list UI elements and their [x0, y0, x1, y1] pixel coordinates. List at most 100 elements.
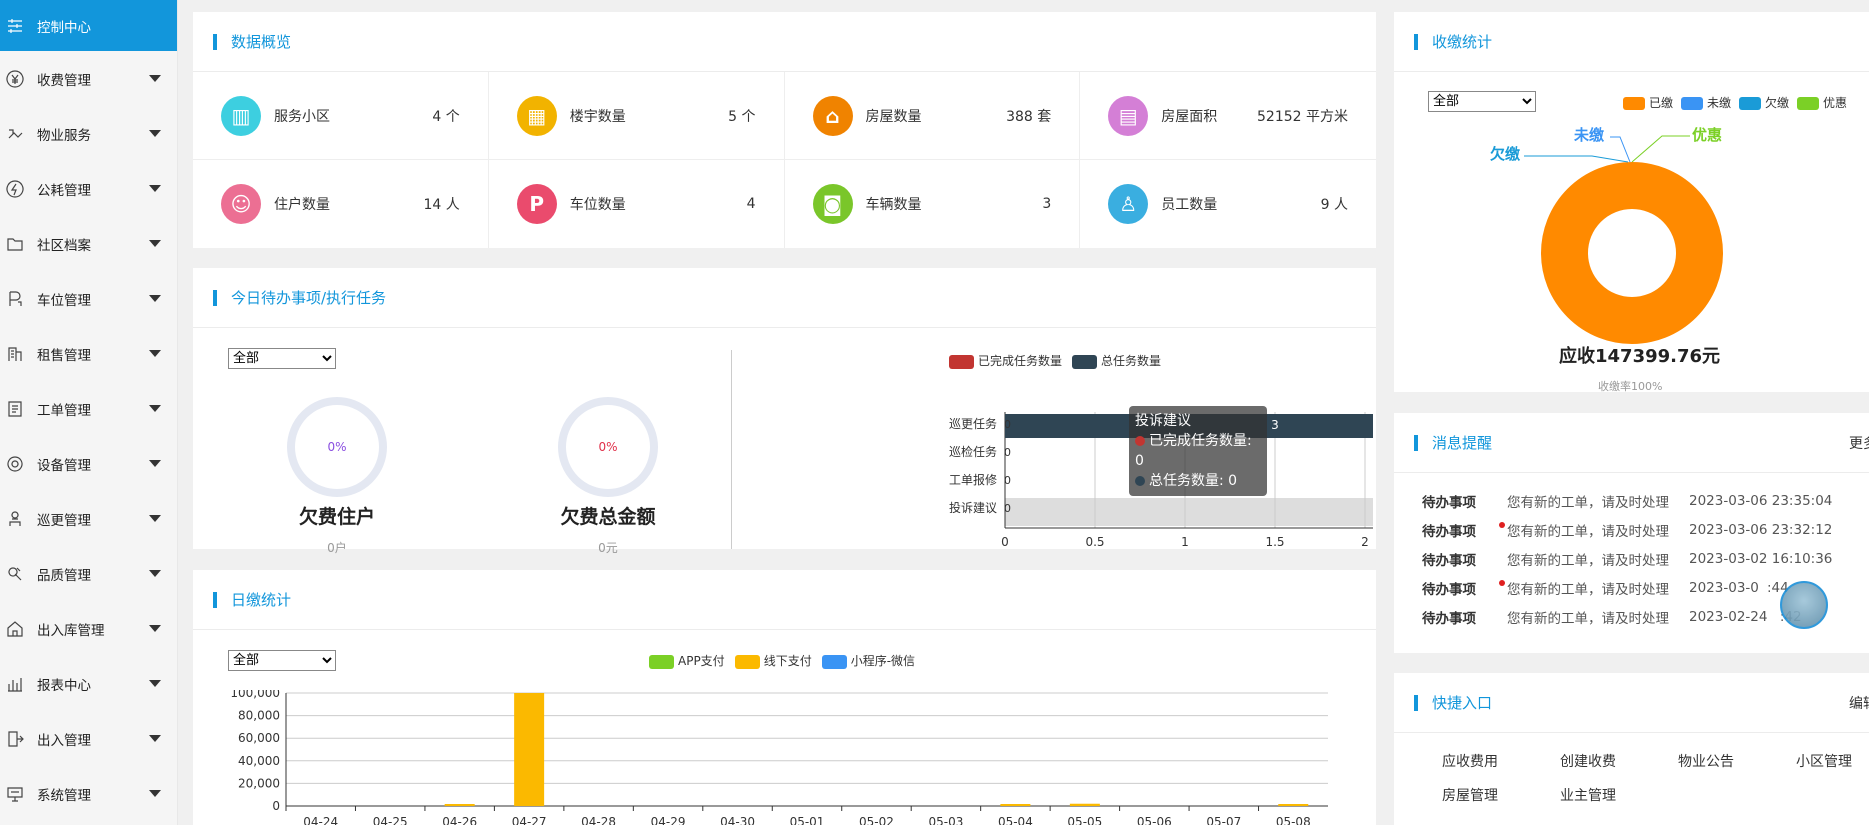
stat-value: 4 个 — [432, 108, 460, 125]
legend-item[interactable]: 小程序-微信 — [821, 652, 915, 669]
x-tick-label: 04-25 — [373, 815, 408, 825]
title-bar — [1414, 434, 1418, 451]
sidebar-item-10[interactable]: 品质管理 — [0, 546, 177, 601]
stat-label: 员工数量 — [1161, 197, 1218, 213]
sidebar-item-9[interactable]: 巡更管理 — [0, 491, 177, 546]
message-item[interactable]: 待办事项 您有新的工单，请及时处理 2023-03-06 23:32:12 — [1422, 515, 1869, 544]
dot-icon — [1135, 436, 1145, 446]
quick-link[interactable]: 业主管理 — [1560, 785, 1678, 805]
chevron-down-icon — [149, 460, 161, 467]
sliders-icon — [4, 15, 26, 37]
hover-highlight — [1005, 498, 1373, 526]
sidebar-item-12[interactable]: 报表中心 — [0, 656, 177, 711]
legend-label: 未缴 — [1707, 96, 1732, 110]
payment-filter-select[interactable]: 全部 — [1428, 91, 1536, 112]
sidebar-item-label: 租售管理 — [37, 347, 91, 364]
bar-data-label: 3 — [1271, 418, 1279, 432]
overview-stat: P 车位数量 4 — [489, 160, 785, 248]
quick-link[interactable]: 应收费用 — [1442, 751, 1560, 771]
quick-link[interactable]: 创建收费 — [1560, 751, 1678, 771]
tooltip-line: 已完成任务数量: 0 — [1135, 433, 1252, 469]
y-tick-label: 100,000 — [230, 690, 280, 700]
tasks-title: 今日待办事项/执行任务 — [231, 289, 387, 307]
message-item[interactable]: 待办事项 您有新的工单，请及时处理 2023-03-06 23:35:04 — [1422, 486, 1869, 515]
legend-item[interactable]: 总任务数量 — [1072, 352, 1161, 369]
edit-link[interactable]: 编辑 — [1849, 693, 1869, 713]
legend-item[interactable]: 线下支付 — [734, 652, 812, 669]
stat-value: 5 个 — [728, 108, 756, 125]
dot-icon — [1135, 476, 1145, 486]
sidebar-item-label: 车位管理 — [37, 292, 91, 309]
building-icon: ▥ — [221, 95, 261, 136]
avatar[interactable] — [1780, 581, 1828, 629]
sidebar-item-11[interactable]: 出入库管理 — [0, 601, 177, 656]
receivable-total: 应收147399.76元 — [1559, 346, 1721, 367]
sidebar-item-label: 品质管理 — [37, 567, 91, 584]
sidebar-item-1[interactable]: 收费管理 — [0, 51, 177, 106]
sidebar-item-label: 设备管理 — [37, 457, 91, 474]
legend-label: 总任务数量 — [1101, 354, 1162, 368]
legend-item[interactable]: 未缴 — [1681, 94, 1731, 111]
payment-title: 收缴统计 — [1432, 33, 1493, 51]
x-tick-label: 2 — [1361, 535, 1369, 548]
payment-legend[interactable]: 已缴 未缴 欠缴 优惠 — [1623, 94, 1847, 111]
bar-offline-payment — [1069, 803, 1100, 806]
divider — [731, 350, 732, 549]
sidebar-item-0[interactable]: 控制中心 — [0, 0, 177, 51]
sidebar-item-label: 报表中心 — [37, 677, 91, 694]
legend-item[interactable]: 已缴 — [1623, 94, 1673, 111]
message-text: 您有新的工单，请及时处理 — [1507, 552, 1669, 569]
legend-label: APP支付 — [678, 654, 725, 668]
payment-header: 收缴统计 — [1394, 12, 1869, 72]
bar-offline-payment — [1000, 804, 1031, 806]
sidebar-item-2[interactable]: 物业服务 — [0, 106, 177, 161]
legend-item[interactable]: APP支付 — [649, 652, 725, 669]
overview-panel: 数据概览 ▥ 服务小区 4 个 ▦ 楼宇数量 5 个 ⌂ 房屋数量 388 套 ▤ 房屋面积 5215… — [193, 12, 1376, 248]
tasks-filter-select[interactable]: 全部 — [228, 348, 336, 369]
sidebar-item-6[interactable]: 租售管理 — [0, 326, 177, 381]
overview-stat: ◙ 车辆数量 3 — [785, 160, 1081, 248]
sidebar-item-5[interactable]: 车位管理 — [0, 271, 177, 326]
daily-filter-select[interactable]: 全部 — [228, 650, 336, 671]
y-tick-label: 20,000 — [238, 776, 280, 790]
unread-dot-icon — [1499, 579, 1505, 586]
message-type: 待办事项 — [1422, 552, 1476, 569]
sidebar-item-4[interactable]: 社区档案 — [0, 216, 177, 271]
x-tick-label: 0.5 — [1085, 535, 1104, 548]
legend-item[interactable]: 欠缴 — [1739, 94, 1789, 111]
sidebar: 控制中心 收费管理 物业服务公耗管理社区档案车位管理租售管理工单管理设备管理巡更管理… — [0, 0, 178, 825]
daily-panel: 日缴统计 全部 APP支付 线下支付 小程序-微信 0 20,000 40,000 60,… — [193, 570, 1376, 825]
gauge: 0% 欠费总金额 0元 — [533, 395, 683, 556]
more-link[interactable]: 更多 — [1849, 433, 1869, 453]
sidebar-item-3[interactable]: 公耗管理 — [0, 161, 177, 216]
tooltip-title: 投诉建议 — [1135, 413, 1191, 429]
legend-label: 欠缴 — [1765, 96, 1790, 110]
chart-tooltip: 投诉建议 已完成任务数量: 0 总任务数量: 0 — [1129, 406, 1267, 496]
legend-item[interactable]: 已完成任务数量 — [949, 352, 1062, 369]
quick-link[interactable]: 物业公告 — [1678, 751, 1796, 771]
bar-zero-label: 0 — [1004, 418, 1011, 431]
y-tick-label: 0 — [272, 799, 280, 813]
task-chart-legend[interactable]: 已完成任务数量 总任务数量 — [949, 352, 1161, 369]
gauge-sub: 0户 — [327, 541, 347, 555]
overview-stat: ▦ 楼宇数量 5 个 — [488, 72, 785, 160]
gauge-sub: 0元 — [598, 541, 618, 555]
sidebar-item-13[interactable]: 出入管理 — [0, 711, 177, 766]
x-tick-label: 05-08 — [1276, 815, 1311, 825]
message-item[interactable]: 待办事项 您有新的工单，请及时处理 2023-03-02 16:10:36 — [1422, 544, 1869, 573]
bar-zero-label: 0 — [1004, 446, 1011, 459]
chevron-down-icon — [149, 75, 161, 82]
quick-link[interactable]: 小区管理 — [1796, 751, 1869, 771]
sidebar-item-14[interactable]: 系统管理 — [0, 766, 177, 821]
sidebar-item-8[interactable]: 设备管理 — [0, 436, 177, 491]
label-line — [1631, 135, 1690, 163]
quick-link[interactable]: 房屋管理 — [1442, 785, 1560, 805]
sidebar-item-7[interactable]: 工单管理 — [0, 381, 177, 436]
message-type: 待办事项 — [1422, 494, 1476, 511]
legend-swatch — [649, 654, 674, 669]
title-bar — [213, 289, 217, 306]
daily-chart-legend[interactable]: APP支付 线下支付 小程序-微信 — [649, 652, 915, 669]
legend-item[interactable]: 优惠 — [1797, 94, 1847, 111]
sidebar-item-label: 公耗管理 — [37, 182, 91, 199]
folder-icon — [4, 233, 26, 255]
